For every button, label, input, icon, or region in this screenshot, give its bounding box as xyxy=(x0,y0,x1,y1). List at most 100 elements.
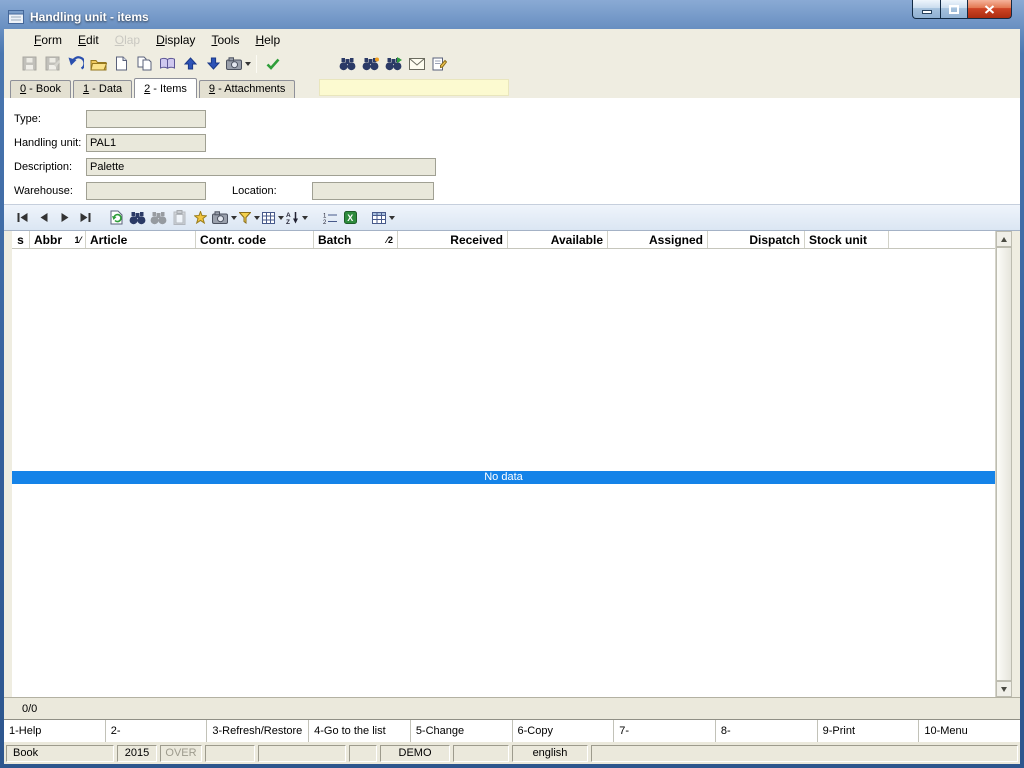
status-mode: Book xyxy=(6,744,114,762)
refresh-grid-button[interactable] xyxy=(106,208,127,228)
filter-dropdown-button[interactable] xyxy=(238,208,261,228)
save-icon xyxy=(22,56,37,71)
copy-icon xyxy=(137,56,152,71)
main-toolbar xyxy=(4,50,1020,77)
scroll-up-button[interactable] xyxy=(996,231,1012,247)
status-empty-2 xyxy=(258,744,346,762)
fkey-9-print[interactable]: 9-Print xyxy=(818,720,920,742)
fkey-1-help[interactable]: 1-Help xyxy=(4,720,106,742)
fkey-8[interactable]: 8- xyxy=(716,720,818,742)
svg-text:X: X xyxy=(347,213,353,223)
tab-book[interactable]: 0 - Book xyxy=(10,80,71,98)
svg-text:1: 1 xyxy=(323,213,327,219)
book-button[interactable] xyxy=(156,53,179,75)
maximize-icon xyxy=(949,4,959,14)
fkey-2[interactable]: 2- xyxy=(106,720,208,742)
menu-help[interactable]: Help xyxy=(247,30,288,50)
copy-button[interactable] xyxy=(133,53,156,75)
grid-snapshot-dropdown-button[interactable] xyxy=(211,208,238,228)
fkey-7[interactable]: 7- xyxy=(614,720,716,742)
arrow-up-icon xyxy=(184,57,197,70)
column-header-filler xyxy=(889,231,995,248)
find-button[interactable] xyxy=(336,53,359,75)
menu-olap: Olap xyxy=(114,32,141,47)
excel-export-button[interactable]: X xyxy=(340,208,361,228)
fkey-10-menu[interactable]: 10-Menu xyxy=(919,720,1020,742)
new-button[interactable] xyxy=(110,53,133,75)
location-label: Location: xyxy=(232,185,277,197)
find-next-button[interactable] xyxy=(359,53,382,75)
column-header-available[interactable]: Available xyxy=(508,231,608,248)
close-button[interactable] xyxy=(967,0,1012,19)
column-header-contr-code[interactable]: Contr. code xyxy=(196,231,314,248)
last-record-button[interactable] xyxy=(75,208,96,228)
tab-data[interactable]: 1 - Data xyxy=(72,80,133,98)
location-field[interactable] xyxy=(312,182,434,200)
move-up-button[interactable] xyxy=(179,53,202,75)
grid-insert-button[interactable] xyxy=(190,208,211,228)
dropdown-arrow-icon xyxy=(231,215,237,220)
warehouse-field[interactable] xyxy=(86,182,206,200)
table-view-dropdown-button[interactable] xyxy=(371,208,396,228)
tab-attachments[interactable]: 9 - Attachments xyxy=(198,80,296,98)
scroll-down-icon xyxy=(1001,686,1007,692)
column-header-article[interactable]: Article xyxy=(86,231,196,248)
last-record-icon xyxy=(80,213,91,222)
binoculars-goto-icon xyxy=(385,56,402,70)
maximize-button[interactable] xyxy=(940,0,968,19)
vertical-scrollbar[interactable] xyxy=(995,231,1012,697)
menu-tools[interactable]: Tools xyxy=(203,30,247,50)
camera-icon xyxy=(212,211,228,224)
sort-dropdown-button[interactable]: AZ xyxy=(285,208,309,228)
grid-toolbar: AZ 12 X xyxy=(4,204,1020,231)
fkey-6-copy[interactable]: 6-Copy xyxy=(513,720,615,742)
description-field[interactable] xyxy=(86,158,436,176)
menu-display[interactable]: Display xyxy=(148,30,203,50)
snapshot-dropdown-button[interactable] xyxy=(225,53,252,75)
menu-form[interactable]: Form xyxy=(26,30,70,50)
menu-edit[interactable]: Edit xyxy=(70,30,107,50)
column-header-assigned[interactable]: Assigned xyxy=(608,231,708,248)
row-numbers-button[interactable]: 12 xyxy=(319,208,340,228)
notes-button[interactable] xyxy=(428,53,451,75)
column-header-s[interactable]: s xyxy=(12,231,30,248)
column-header-received[interactable]: Received xyxy=(398,231,508,248)
app-icon xyxy=(8,10,24,24)
svg-text:2: 2 xyxy=(323,220,327,224)
type-field[interactable] xyxy=(86,110,206,128)
fkey-5-change[interactable]: 5-Change xyxy=(411,720,513,742)
toolbar-separator xyxy=(256,54,257,73)
move-down-button[interactable] xyxy=(202,53,225,75)
column-header-abbr[interactable]: Abbr 1⁄ xyxy=(30,231,86,248)
open-button[interactable] xyxy=(87,53,110,75)
form-row-handling-unit: Handling unit: xyxy=(14,134,1020,152)
record-counter-bar: 0/0 xyxy=(4,697,1020,719)
handling-unit-field[interactable] xyxy=(86,134,206,152)
undo-button[interactable] xyxy=(64,53,87,75)
status-empty-1 xyxy=(205,744,255,762)
next-record-button[interactable] xyxy=(54,208,75,228)
minimize-button[interactable] xyxy=(912,0,941,19)
column-header-stock-unit[interactable]: Stock unit xyxy=(805,231,889,248)
previous-record-button[interactable] xyxy=(33,208,54,228)
mail-button[interactable] xyxy=(405,53,428,75)
fkey-4-go-to-list[interactable]: 4-Go to the list xyxy=(309,720,411,742)
scroll-down-button[interactable] xyxy=(996,681,1012,697)
refresh-record-icon xyxy=(110,210,123,225)
quick-info-box[interactable] xyxy=(319,79,510,96)
grid-layout-dropdown-button[interactable] xyxy=(261,208,285,228)
column-header-dispatch[interactable]: Dispatch xyxy=(708,231,805,248)
first-record-button[interactable] xyxy=(12,208,33,228)
scrollbar-thumb[interactable] xyxy=(996,247,1012,681)
fkey-3-refresh-restore[interactable]: 3-Refresh/Restore xyxy=(207,720,310,742)
handling-unit-label: Handling unit: xyxy=(14,137,82,149)
form-row-type: Type: xyxy=(14,110,1020,128)
find-goto-button[interactable] xyxy=(382,53,405,75)
grid-find-button[interactable] xyxy=(127,208,148,228)
column-header-batch[interactable]: Batch ⁄2 xyxy=(314,231,398,248)
envelope-icon xyxy=(408,57,425,70)
validate-button[interactable] xyxy=(261,53,284,75)
grid-header: s Abbr 1⁄ Article Contr. code Batch ⁄2 Rec… xyxy=(12,231,995,249)
tab-items[interactable]: 2 - Items xyxy=(134,78,197,98)
grid-body: No data xyxy=(12,249,995,697)
